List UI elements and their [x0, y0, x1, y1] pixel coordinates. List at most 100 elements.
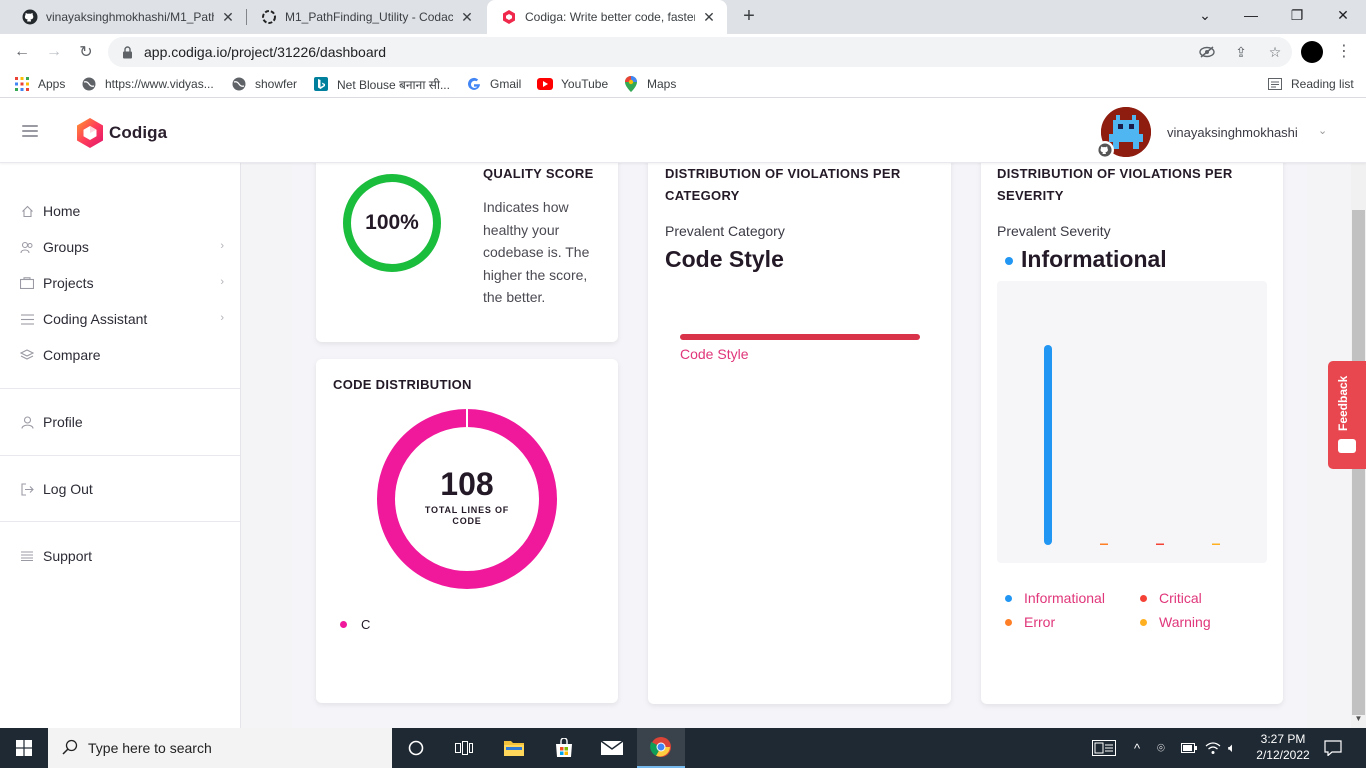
tray-taskbar-view-icon[interactable] [1092, 728, 1116, 768]
store-icon[interactable] [540, 728, 588, 768]
share-icon[interactable]: ⇪ [1224, 44, 1258, 61]
total-lines-value: 108 [440, 466, 494, 502]
browser-tab-codacy[interactable]: M1_PathFinding_Utility - Codacy ✕ [247, 0, 485, 34]
groups-icon [20, 240, 34, 254]
sidebar-divider [0, 521, 240, 522]
eye-slash-icon[interactable] [1190, 46, 1224, 58]
browser-tab-codiga[interactable]: Codiga: Write better code, faster! ✕ [487, 0, 727, 34]
kebab-menu-icon[interactable]: ⋮ [1336, 40, 1352, 64]
url-text: app.codiga.io/project/31226/dashboard [144, 44, 387, 60]
feedback-tab[interactable]: Feedback [1328, 361, 1366, 469]
taskbar-search-box[interactable]: Type here to search [48, 728, 392, 768]
task-view-icon[interactable] [440, 728, 488, 768]
legend-item-critical[interactable]: Critical [1140, 590, 1202, 606]
close-window-icon[interactable]: ✕ [1320, 0, 1366, 30]
code-distribution-title: CODE DISTRIBUTION [333, 377, 472, 392]
bookmark-label: Net Blouse बनाना सी... [337, 77, 450, 92]
close-tab-icon[interactable]: ✕ [220, 9, 236, 26]
bookmark-label: YouTube [561, 77, 609, 91]
github-icon [22, 9, 38, 25]
chrome-icon[interactable] [637, 728, 685, 768]
legend-label: Critical [1159, 590, 1202, 606]
projects-icon [20, 276, 34, 290]
star-icon[interactable]: ☆ [1258, 44, 1292, 61]
windows-taskbar: Type here to search ^ ⌾ 🔈︎ 3:27 PM 2/12/… [0, 728, 1366, 768]
layers-icon [20, 348, 34, 362]
bookmark-gmail[interactable]: Gmail [466, 76, 521, 92]
close-tab-icon[interactable]: ✕ [459, 9, 475, 26]
forward-arrow-icon[interactable]: → [40, 38, 68, 66]
codiga-logo[interactable]: Codiga [75, 117, 167, 149]
new-tab-button[interactable]: + [738, 5, 760, 27]
profile-avatar-icon[interactable] [1301, 41, 1323, 63]
sidebar-item-home[interactable]: Home [0, 196, 240, 226]
address-bar[interactable]: app.codiga.io/project/31226/dashboard ⇪ … [108, 37, 1292, 67]
legend-dot [1005, 594, 1012, 602]
lock-icon[interactable] [120, 45, 134, 59]
tab-search-chevron-icon[interactable]: ⌄ [1182, 0, 1228, 30]
wifi-icon[interactable] [1205, 728, 1221, 768]
category-distribution-card: DISTRIBUTION OF VIOLATIONS PER CATEGORY … [648, 163, 951, 704]
hamburger-menu-icon[interactable] [22, 125, 38, 137]
sidebar-divider [0, 455, 240, 456]
user-icon [20, 415, 34, 429]
sidebar-item-label: Coding Assistant [43, 311, 148, 327]
sidebar-item-label: Log Out [43, 481, 93, 497]
sidebar-item-projects[interactable]: Projects › [0, 268, 240, 298]
total-lines-label: TOTAL LINES OF CODE [424, 505, 510, 526]
chevron-right-icon: › [220, 312, 224, 324]
bookmark-showfer[interactable]: showfer [231, 76, 297, 92]
bookmark-label: Gmail [490, 77, 522, 91]
severity-bar-error[interactable] [1100, 543, 1108, 546]
prevalent-category-label: Prevalent Category [665, 223, 785, 239]
tab-title: Codiga: Write better code, faster! [525, 10, 695, 24]
chat-icon [1338, 439, 1356, 453]
sidebar-item-logout[interactable]: Log Out [0, 474, 240, 504]
reload-icon[interactable]: ↻ [72, 38, 100, 66]
reading-list-button[interactable]: Reading list [1267, 76, 1354, 92]
bookmark-apps[interactable]: Apps [14, 76, 65, 92]
chevron-down-icon[interactable]: ⌄ [1318, 124, 1327, 137]
bookmark-youtube[interactable]: YouTube [537, 76, 608, 92]
legend-item-error[interactable]: Error [1005, 614, 1055, 630]
sidebar-item-groups[interactable]: Groups › [0, 232, 240, 262]
sidebar-item-support[interactable]: Support [0, 541, 240, 571]
bing-icon [313, 76, 329, 92]
browser-tab-github[interactable]: vinayaksinghmokhashi/M1_PathF ✕ [8, 0, 246, 34]
maps-pin-icon [623, 76, 639, 92]
username[interactable]: vinayaksinghmokhashi [1167, 125, 1298, 140]
scroll-down-arrow-icon[interactable]: ▼ [1352, 712, 1365, 725]
legend-item-warning[interactable]: Warning [1140, 614, 1211, 630]
battery-icon[interactable] [1181, 728, 1197, 768]
sidebar-item-compare[interactable]: Compare [0, 340, 240, 370]
file-explorer-icon[interactable] [490, 728, 538, 768]
bookmark-vidyas[interactable]: https://www.vidyas... [81, 76, 214, 92]
sidebar-item-label: Support [43, 548, 93, 564]
category-bar-label: Code Style [680, 346, 749, 362]
close-tab-icon[interactable]: ✕ [701, 9, 717, 26]
restore-icon[interactable]: ❐ [1274, 0, 1320, 30]
legend-item-informational[interactable]: Informational [1005, 590, 1105, 606]
windows-start-icon[interactable] [0, 728, 48, 768]
bookmark-maps[interactable]: Maps [623, 76, 676, 92]
notification-icon[interactable] [1324, 728, 1342, 768]
list-icon [20, 312, 34, 326]
bookmark-net-blouse[interactable]: Net Blouse बनाना सी... [313, 76, 450, 92]
volume-icon[interactable]: 🔈︎ [1228, 728, 1236, 768]
sidebar-item-label: Groups [43, 239, 89, 255]
system-clock[interactable]: 3:27 PM 2/12/2022 [1254, 731, 1312, 763]
severity-bar-informational[interactable] [1044, 345, 1052, 545]
tray-meet-icon[interactable]: ⌾ [1157, 728, 1165, 768]
sidebar-item-coding-assistant[interactable]: Coding Assistant › [0, 304, 240, 334]
minimize-icon[interactable]: — [1228, 0, 1274, 30]
category-bar-code-style[interactable] [680, 334, 920, 340]
cortana-icon[interactable] [392, 728, 440, 768]
sidebar-item-profile[interactable]: Profile [0, 407, 240, 437]
severity-bar-warning[interactable] [1212, 543, 1220, 546]
codiga-icon [501, 9, 517, 25]
back-arrow-icon[interactable]: ← [8, 38, 36, 66]
severity-bar-critical[interactable] [1156, 543, 1164, 546]
tray-chevron-up-icon[interactable]: ^ [1134, 728, 1140, 768]
bookmark-label: https://www.vidyas... [105, 77, 214, 91]
mail-icon[interactable] [588, 728, 636, 768]
